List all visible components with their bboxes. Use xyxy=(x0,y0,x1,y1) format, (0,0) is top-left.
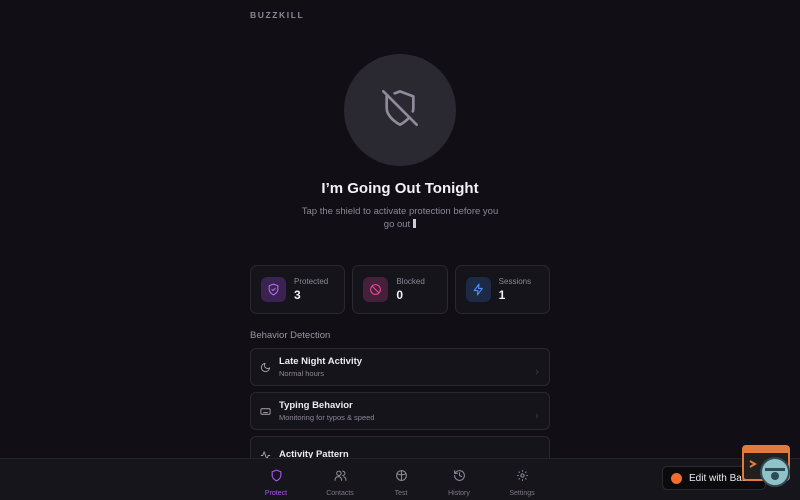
shield-icon xyxy=(270,469,283,486)
app-brand: BUZZKILL xyxy=(250,10,305,20)
behavior-item-desc: Monitoring for typos & speed xyxy=(279,413,375,422)
activate-shield-button[interactable] xyxy=(344,54,456,166)
gear-icon xyxy=(516,469,529,486)
page-title: I’m Going Out Tonight xyxy=(321,180,479,197)
stat-value: 3 xyxy=(294,288,301,302)
stat-card-protected: Protected 3 xyxy=(250,265,346,314)
moon-icon xyxy=(259,361,271,373)
nav-label: Protect xyxy=(264,490,288,497)
subtitle-line-1: Tap the shield to activate protection be… xyxy=(301,206,499,217)
stat-value: 1 xyxy=(498,288,506,302)
nav-label: History xyxy=(448,490,470,497)
stat-card-blocked: Blocked 0 xyxy=(352,265,448,314)
assistant-mascot-icon[interactable] xyxy=(742,445,792,498)
behavior-item-name: Typing Behavior xyxy=(279,400,353,411)
chevron-right-icon xyxy=(533,363,541,381)
nav-label: Test xyxy=(394,490,408,497)
behavior-section-heading: Behavior Detection xyxy=(250,330,331,341)
history-icon xyxy=(453,469,466,486)
behavior-item-late-night[interactable]: Late Night Activity Normal hours xyxy=(250,348,550,386)
flask-icon xyxy=(395,469,408,486)
stat-label: Sessions xyxy=(498,277,532,286)
base44-logo-icon xyxy=(671,472,682,484)
stat-label: Blocked xyxy=(396,277,425,286)
text-cursor xyxy=(413,219,417,228)
page-subtitle: Tap the shield to activate protection be… xyxy=(290,205,510,231)
stat-card-sessions: Sessions 1 xyxy=(454,265,550,314)
nav-item-protect[interactable]: Protect xyxy=(251,469,301,497)
behavior-item-desc: Normal hours xyxy=(279,369,325,378)
behavior-item-typing[interactable]: Typing Behavior Monitoring for typos & s… xyxy=(250,392,550,430)
nav-item-settings[interactable]: Settings xyxy=(497,469,547,497)
stat-value: 0 xyxy=(396,288,404,302)
keyboard-icon xyxy=(259,405,271,417)
shield-check-icon xyxy=(261,277,286,302)
users-icon xyxy=(334,469,347,486)
shield-off-icon xyxy=(380,88,420,133)
nav-item-test[interactable]: Test xyxy=(376,469,426,497)
nav-item-contacts[interactable]: Contacts xyxy=(315,469,365,497)
behavior-item-name: Late Night Activity xyxy=(279,356,363,367)
nav-label: Settings xyxy=(509,490,535,497)
ban-icon xyxy=(363,277,389,302)
subtitle-line-2: go out xyxy=(383,219,411,230)
nav-item-history[interactable]: History xyxy=(434,469,484,497)
stat-label: Protected xyxy=(294,277,329,286)
stats-row: Protected 3 Blocked 0 Sessions 1 xyxy=(250,265,550,314)
lightning-icon xyxy=(465,277,491,302)
nav-label: Contacts xyxy=(326,490,354,497)
chevron-right-icon xyxy=(533,407,541,425)
